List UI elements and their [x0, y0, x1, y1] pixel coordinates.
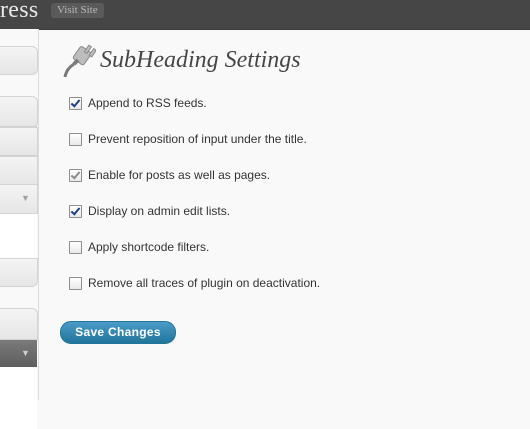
- menu-submenu-panel: [0, 213, 37, 259]
- option-prevent-reposition[interactable]: Prevent reposition of input under the ti…: [69, 131, 307, 147]
- shortcode-filters-checkbox[interactable]: [69, 240, 82, 254]
- save-changes-button[interactable]: Save Changes: [60, 321, 176, 344]
- prevent-reposition-label: Prevent reposition of input under the ti…: [88, 132, 307, 146]
- enable-posts-checkbox[interactable]: [69, 168, 82, 182]
- remove-traces-label: Remove all traces of plugin on deactivat…: [88, 276, 321, 290]
- plug-icon: [63, 44, 96, 78]
- option-shortcode-filters[interactable]: Apply shortcode filters.: [69, 239, 209, 255]
- option-remove-traces[interactable]: Remove all traces of plugin on deactivat…: [69, 275, 320, 291]
- menu-item-settings-current[interactable]: ▼: [0, 340, 37, 367]
- menu-item-posts[interactable]: [0, 96, 38, 128]
- menu-submenu-panel: [0, 367, 37, 429]
- prevent-reposition-checkbox[interactable]: [69, 132, 82, 146]
- append-rss-label: Append to RSS feeds.: [88, 96, 207, 110]
- enable-posts-label: Enable for posts as well as pages.: [88, 168, 271, 182]
- site-brand: ress: [0, 0, 39, 23]
- menu-item-media[interactable]: [0, 127, 38, 157]
- display-edit-lists-checkbox[interactable]: [69, 204, 82, 218]
- admin-header: ress Visit Site: [0, 0, 530, 30]
- append-rss-checkbox[interactable]: [69, 96, 82, 110]
- shortcode-filters-label: Apply shortcode filters.: [88, 240, 210, 254]
- menu-item-dashboard[interactable]: [0, 46, 38, 75]
- menu-item-appearance[interactable]: [0, 308, 38, 340]
- menu-item-comments[interactable]: [0, 258, 38, 287]
- menu-item-pages[interactable]: ▼: [0, 184, 38, 214]
- admin-sidebar: ▼ ▼: [0, 29, 39, 429]
- triangle-down-icon[interactable]: ▼: [0, 185, 37, 211]
- option-display-edit-lists[interactable]: Display on admin edit lists.: [69, 203, 230, 219]
- remove-traces-checkbox[interactable]: [69, 276, 82, 290]
- option-append-rss[interactable]: Append to RSS feeds.: [69, 95, 207, 111]
- page-heading: SubHeading Settings: [62, 42, 301, 78]
- menu-item-links[interactable]: [0, 156, 38, 186]
- visit-site-button[interactable]: Visit Site: [51, 3, 104, 18]
- page-title: SubHeading Settings: [100, 46, 301, 73]
- display-edit-lists-label: Display on admin edit lists.: [88, 204, 231, 218]
- option-enable-posts[interactable]: Enable for posts as well as pages.: [69, 167, 270, 183]
- triangle-down-icon[interactable]: ▼: [0, 340, 37, 366]
